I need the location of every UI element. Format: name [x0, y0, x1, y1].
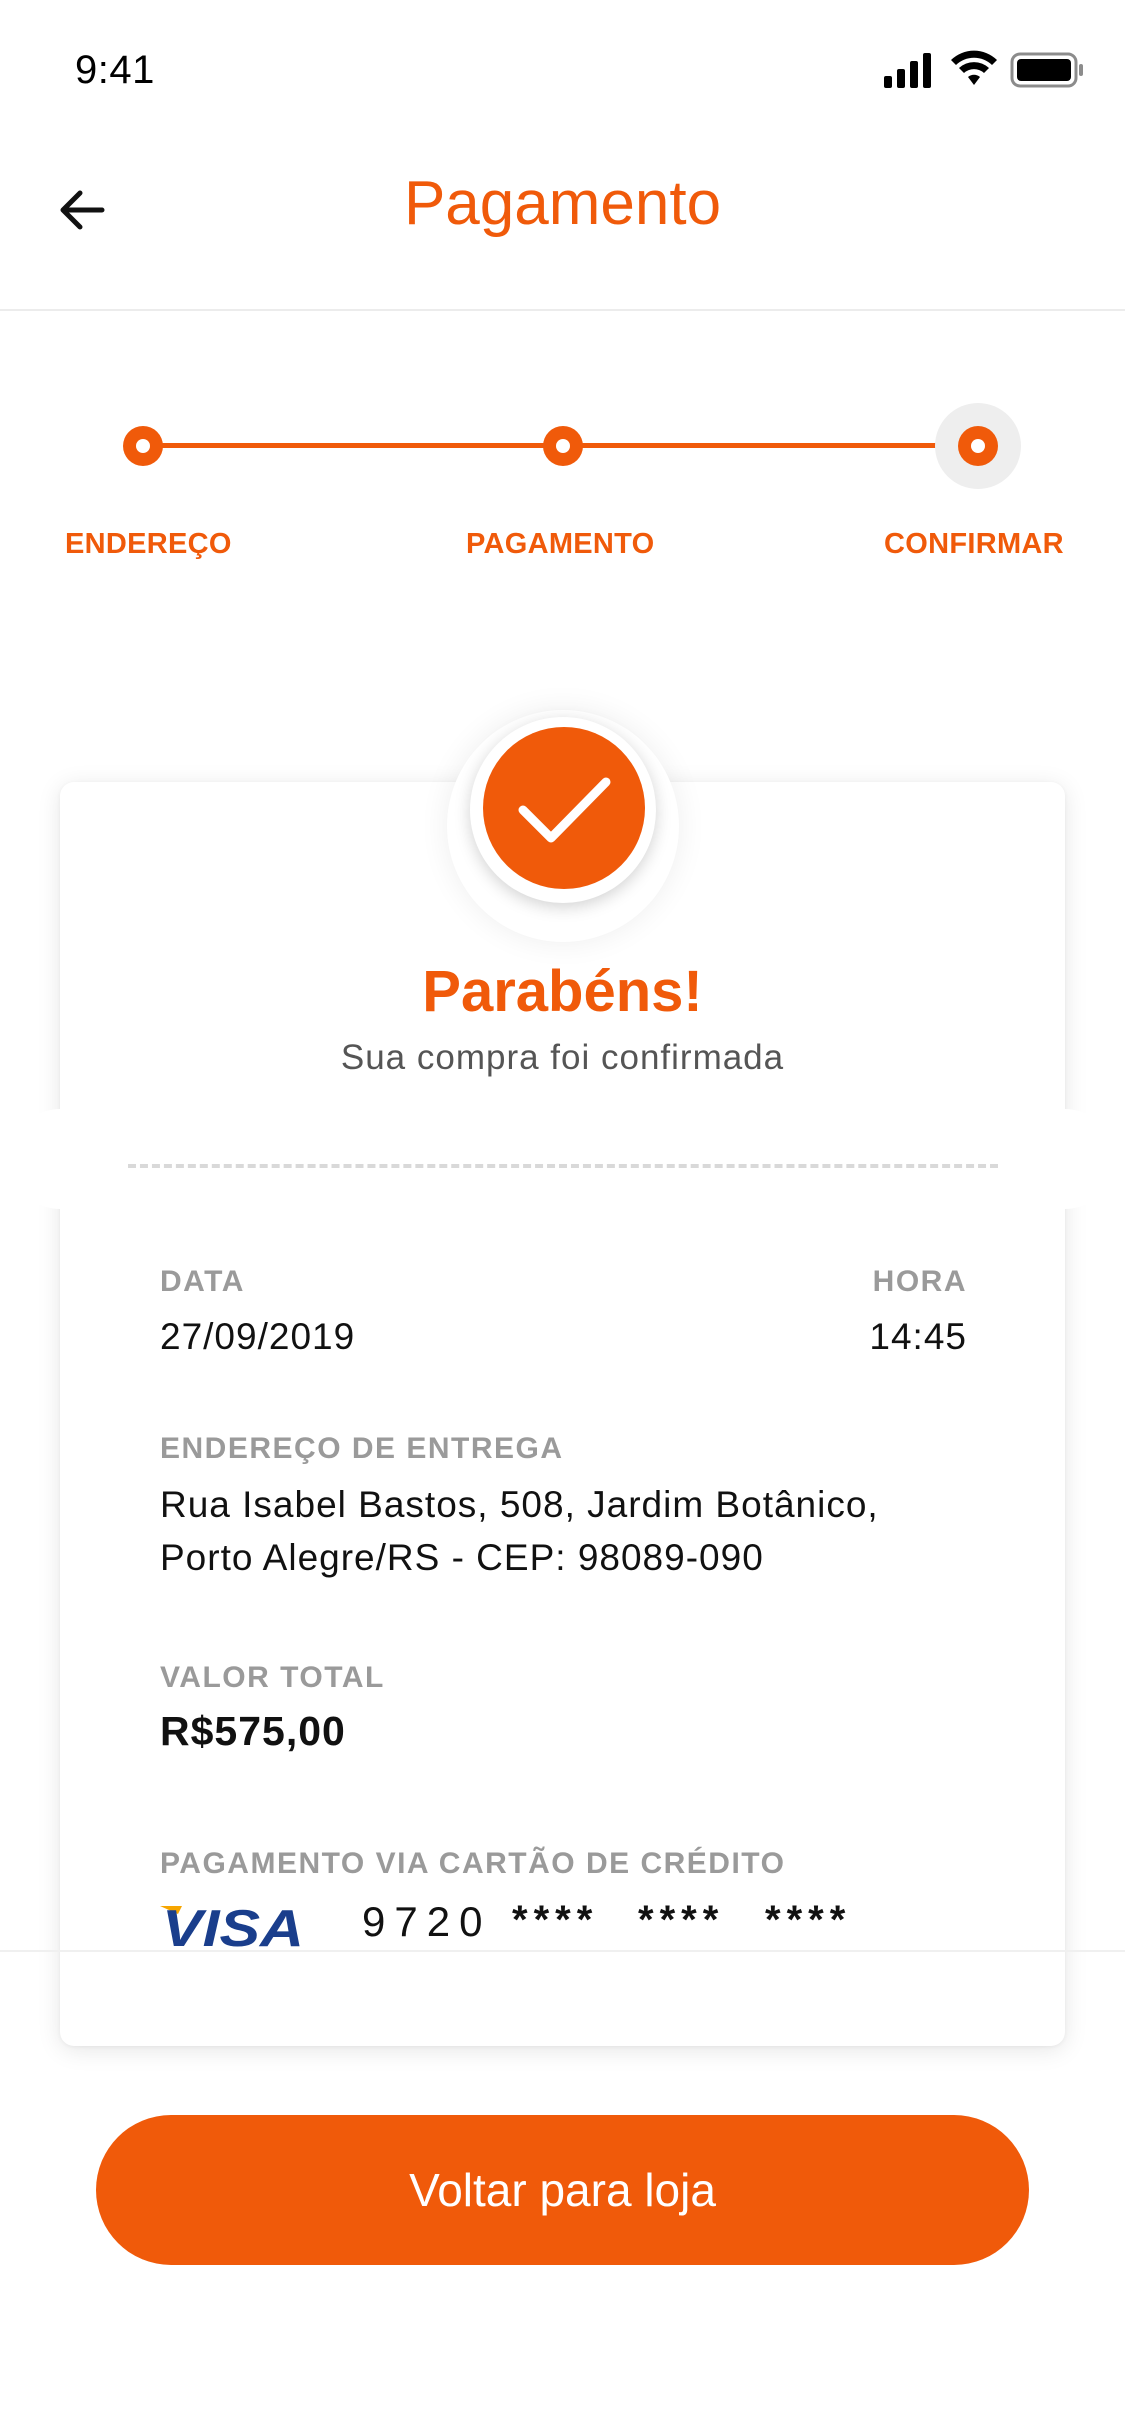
card-mask-group: **** [638, 1898, 725, 1942]
header-divider [0, 309, 1125, 311]
back-to-store-button[interactable]: Voltar para loja [96, 2115, 1029, 2265]
total-label: VALOR TOTAL [160, 1661, 385, 1694]
confirmation-title: Parabéns! [422, 959, 703, 1024]
date-label: DATA [160, 1265, 245, 1298]
card-last-digits: 9720 [362, 1898, 492, 1945]
payment-method-label: PAGAMENTO VIA CARTÃO DE CRÉDITO [160, 1847, 786, 1880]
signal-icon [884, 53, 931, 88]
receipt-notch-right [1015, 1109, 1115, 1209]
receipt-notch-left [10, 1109, 110, 1209]
time-label: HORA [872, 1265, 967, 1298]
step-label-pagamento[interactable]: PAGAMENTO [466, 528, 655, 561]
step-dot-confirmar[interactable] [958, 426, 998, 466]
step-dot-endereco[interactable] [123, 426, 163, 466]
card-mask-group: **** [512, 1898, 599, 1942]
address-line-1: Rua Isabel Bastos, 508, Jardim Botânico, [160, 1484, 879, 1525]
date-value: 27/09/2019 [160, 1316, 356, 1357]
confirmation-subtitle: Sua compra foi confirmada [340, 1038, 785, 1077]
status-time: 9:41 [75, 48, 155, 92]
battery-icon [1010, 52, 1083, 88]
status-icons [884, 50, 1084, 90]
step-label-confirmar[interactable]: CONFIRMAR [884, 528, 1064, 561]
address-line-2: Porto Alegre/RS - CEP: 98089-090 [160, 1537, 764, 1578]
receipt-tear-line [128, 1164, 998, 1168]
step-label-endereco[interactable]: ENDEREÇO [65, 528, 232, 561]
page-title: Pagamento [403, 169, 722, 238]
card-mask-group: **** [765, 1898, 852, 1942]
address-label: ENDEREÇO DE ENTREGA [160, 1432, 564, 1465]
visa-logo-text: VISA [162, 1900, 304, 1950]
check-badge [483, 727, 645, 889]
time-value: 14:45 [869, 1316, 967, 1357]
total-value: R$575,00 [160, 1708, 346, 1754]
checkmark-icon [518, 777, 611, 843]
visa-logo: VISA [160, 1900, 306, 1958]
wifi-icon [951, 50, 997, 85]
section-divider [0, 1950, 1125, 1952]
step-dot-pagamento[interactable] [543, 426, 583, 466]
